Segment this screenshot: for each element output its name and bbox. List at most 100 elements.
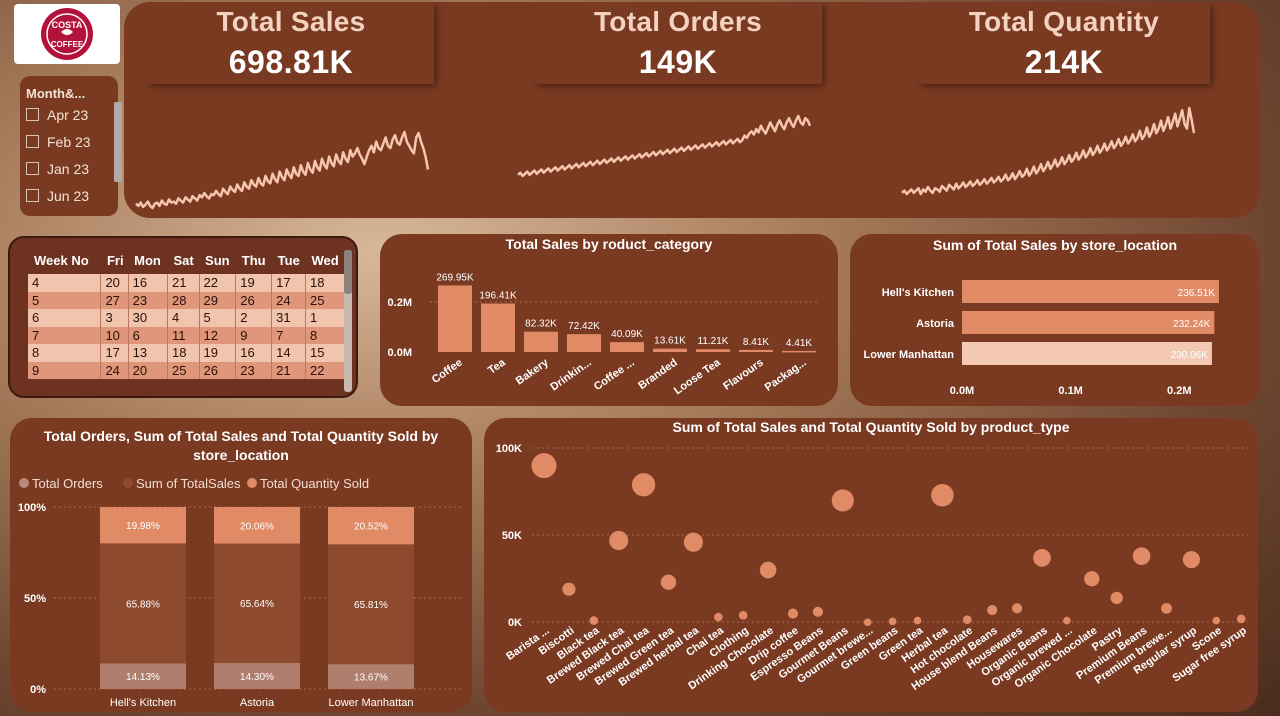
- x-tick-label: 0.0M: [950, 385, 974, 397]
- bar: [782, 350, 816, 353]
- category-label: Lower Manhattan: [329, 697, 414, 709]
- column-header[interactable]: Thu: [236, 246, 272, 274]
- slicer-scrollbar[interactable]: [114, 102, 122, 182]
- category-label: Hell's Kitchen: [110, 697, 176, 709]
- trend-line: [901, 106, 1196, 196]
- sales-trend-sparkline: [135, 130, 430, 210]
- table-cell: 18: [305, 274, 346, 292]
- table-cell: 22: [305, 361, 346, 379]
- slicer-option[interactable]: Jan 23: [20, 155, 118, 182]
- scatter-point: [1012, 603, 1023, 614]
- slicer-option[interactable]: Jun 23: [20, 182, 118, 209]
- table-cell: 7: [271, 326, 307, 344]
- scatter-point: [1161, 602, 1172, 614]
- table-row[interactable]: 7 10 6 11 12 9 7 8: [28, 326, 346, 344]
- kpi-value: 698.81K: [228, 44, 354, 80]
- table-cell: 17: [271, 274, 307, 292]
- kpi-value: 214K: [1024, 44, 1104, 80]
- table-row[interactable]: 9 24 20 25 26 23 21 22: [28, 361, 346, 379]
- data-label: 20.06%: [240, 521, 274, 532]
- svg-text:COSTA: COSTA: [52, 20, 83, 30]
- y-tick-label: 0K: [508, 617, 522, 629]
- trend-line: [135, 130, 430, 210]
- kpi-value: 149K: [638, 44, 718, 80]
- data-label: 236.51K: [1178, 288, 1216, 299]
- chart-title: Sum of Total Sales and Total Quantity So…: [672, 419, 1070, 435]
- y-tick-label: 0.2M: [388, 297, 412, 309]
- table-row[interactable]: 5 27 23 28 29 26 24 25: [28, 291, 346, 309]
- table-row[interactable]: 4 20 16 21 22 19 17 18: [28, 274, 346, 292]
- kpi-total-quantity: Total Quantity 214K: [918, 2, 1210, 84]
- week-table-panel: Week No Fri Mon Sat Sun Thu Tue Wed 4 20 1…: [8, 236, 358, 398]
- table-cell: 9: [235, 326, 273, 344]
- data-label: 40.09K: [611, 329, 643, 340]
- scatter-point: [812, 606, 823, 617]
- scatter-point: [759, 561, 777, 579]
- checkbox-icon[interactable]: [26, 189, 39, 202]
- table-cell: 20: [128, 361, 169, 379]
- scatter-point: [787, 608, 799, 619]
- table-cell: 4: [167, 309, 200, 327]
- table-cell: 8: [28, 344, 102, 362]
- category-label: Flavours: [721, 357, 765, 393]
- table-cell: 30: [128, 309, 169, 327]
- trend-line: [517, 114, 812, 178]
- scrollbar-thumb[interactable]: [344, 250, 352, 294]
- bar: [739, 349, 773, 352]
- table-row[interactable]: 6 3 30 4 5 2 31 1: [28, 309, 346, 327]
- month-slicer[interactable]: Month&... Apr 23 Feb 23 Jan 23 Jun 23: [20, 76, 122, 216]
- scatter-point: [1033, 549, 1051, 567]
- y-tick-label: 0%: [30, 684, 46, 696]
- table-cell: 28: [167, 291, 200, 309]
- category-label: Drinkin...: [548, 357, 593, 394]
- scatter-point: [713, 612, 723, 622]
- column-header[interactable]: Mon: [128, 246, 167, 274]
- legend-marker: [123, 478, 133, 488]
- column-header[interactable]: Week No: [28, 246, 101, 274]
- checkbox-icon[interactable]: [26, 135, 39, 148]
- slicer-option-label: Apr 23: [47, 106, 89, 123]
- legend-label: Total Orders: [32, 476, 103, 491]
- data-label: 65.88%: [126, 599, 160, 610]
- table-row[interactable]: 8 17 13 18 19 16 14 15: [28, 344, 346, 362]
- table-cell: 6: [28, 309, 102, 327]
- store-bar-chart: 0.0M 0.1M 0.2M Hell's Kitchen 236.51K Astoria…: [864, 280, 1219, 397]
- scatter-point: [738, 610, 748, 620]
- data-label: 269.95K: [436, 272, 474, 283]
- data-label: 230.06K: [1171, 350, 1209, 361]
- table-cell: 2: [235, 309, 273, 327]
- kpi-title: Total Sales: [216, 6, 366, 37]
- checkbox-icon[interactable]: [26, 108, 39, 121]
- table-scrollbar[interactable]: [344, 250, 352, 392]
- slicer-option[interactable]: Feb 23: [20, 128, 118, 155]
- table-cell: 7: [28, 326, 102, 344]
- category-label: Tea: [486, 356, 508, 377]
- column-header[interactable]: Wed: [306, 246, 346, 274]
- column-header[interactable]: Tue: [272, 246, 306, 274]
- y-tick-label: 50K: [502, 530, 522, 542]
- table-cell: 16: [128, 274, 169, 292]
- column-header[interactable]: Sat: [168, 246, 200, 274]
- checkbox-icon[interactable]: [26, 162, 39, 175]
- scatter-point: [1063, 616, 1071, 625]
- table-cell: 19: [199, 344, 237, 362]
- chart-title: Sum of Total Sales by store_location: [932, 237, 1177, 253]
- column-header[interactable]: Fri: [101, 246, 128, 274]
- table-cell: 23: [235, 361, 273, 379]
- logo-icon: COSTA COFFEE: [41, 8, 93, 60]
- x-tick-label: 0.2M: [1167, 385, 1191, 397]
- scatter-point: [609, 530, 629, 551]
- table-cell: 25: [167, 361, 200, 379]
- slicer-option[interactable]: Apr 23: [20, 101, 118, 128]
- kpi-total-sales: Total Sales 698.81K: [148, 2, 434, 84]
- slicer-option-label: Jan 23: [47, 160, 90, 177]
- column-header[interactable]: Sun: [199, 246, 236, 274]
- scatter-point: [962, 615, 972, 624]
- table-cell: 8: [305, 326, 346, 344]
- bar: [653, 348, 687, 352]
- category-label: Loose Tea: [672, 356, 724, 397]
- legend-marker: [247, 478, 257, 488]
- bar: [438, 285, 472, 352]
- data-label: 4.41K: [786, 338, 812, 349]
- data-label: 14.30%: [240, 672, 274, 683]
